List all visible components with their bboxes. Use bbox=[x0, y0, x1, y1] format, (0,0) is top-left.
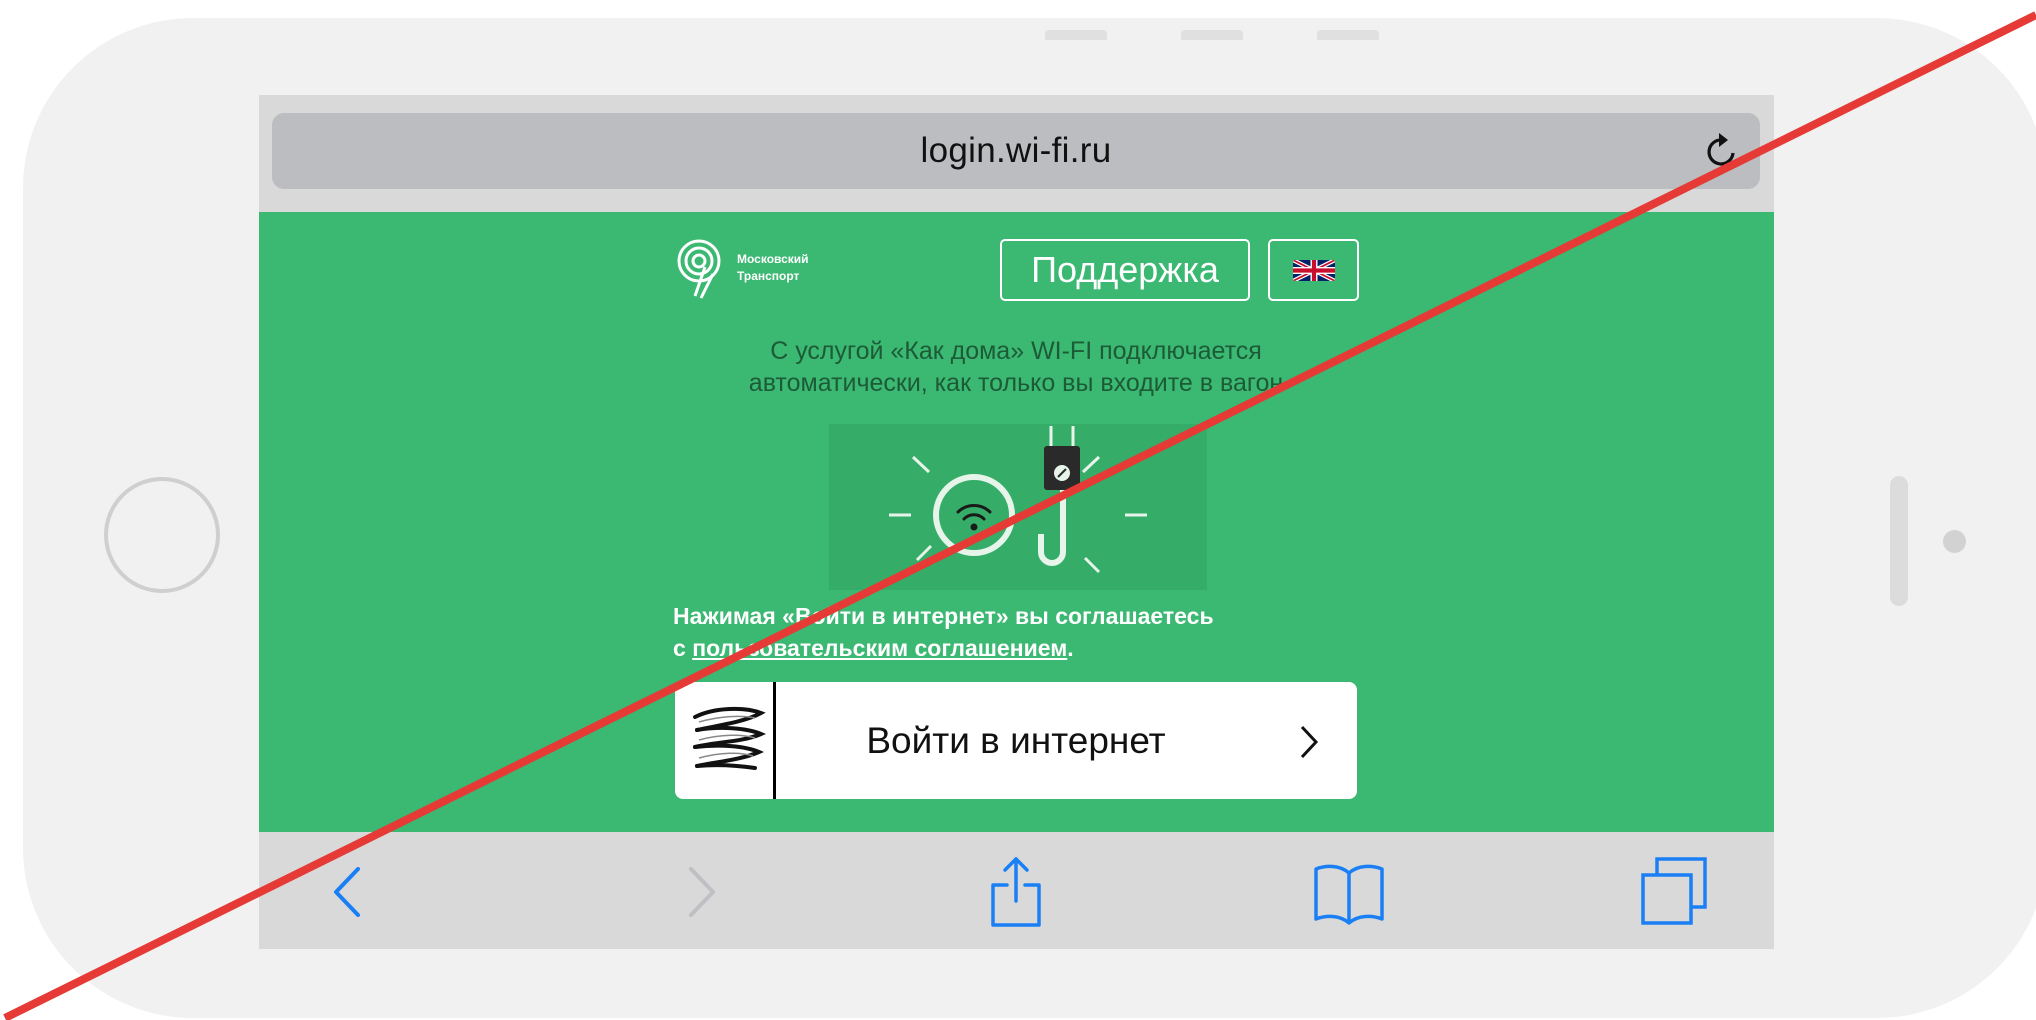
info-text: С услугой «Как дома» WI-FI подключается … bbox=[673, 335, 1359, 399]
agreement-text: Нажимая «Войти в интернет» вы соглашаете… bbox=[673, 600, 1393, 664]
moscow-transport-logo[interactable]: Московский Транспорт bbox=[673, 236, 809, 300]
logo-line-2: Транспорт bbox=[737, 269, 800, 283]
reload-icon[interactable] bbox=[1700, 129, 1744, 173]
volume-button bbox=[1045, 30, 1107, 40]
bottom-toolbar bbox=[259, 832, 1774, 949]
volume-button bbox=[1181, 30, 1243, 40]
language-button[interactable] bbox=[1268, 239, 1359, 301]
agreement-prefix: с bbox=[673, 635, 693, 661]
login-button[interactable]: Войти в интернет bbox=[675, 682, 1357, 799]
bookmarks-icon[interactable] bbox=[1309, 852, 1389, 932]
info-line-1: С услугой «Как дома» WI-FI подключается bbox=[770, 337, 1262, 365]
address-area: login.wi-fi.ru bbox=[259, 95, 1774, 212]
camera bbox=[1943, 530, 1966, 553]
captcha-icon bbox=[675, 682, 776, 799]
power-button bbox=[1317, 30, 1379, 40]
login-label: Войти в интернет bbox=[866, 719, 1166, 761]
back-icon[interactable] bbox=[309, 852, 389, 932]
logo-line-1: Московский bbox=[737, 252, 809, 266]
url-text: login.wi-fi.ru bbox=[920, 131, 1112, 170]
share-icon[interactable] bbox=[976, 852, 1056, 932]
home-button[interactable] bbox=[104, 477, 220, 593]
tabs-icon[interactable] bbox=[1634, 852, 1714, 932]
wifi-plug-illustration bbox=[829, 424, 1207, 590]
agreement-suffix: . bbox=[1067, 635, 1074, 661]
support-button[interactable]: Поддержка bbox=[1000, 239, 1250, 301]
info-line-2: автоматически, как только вы входите в в… bbox=[748, 369, 1284, 397]
uk-flag-icon bbox=[1292, 259, 1335, 281]
logo-icon bbox=[677, 239, 721, 299]
agreement-line-1: Нажимая «Войти в интернет» вы соглашаете… bbox=[673, 603, 1214, 629]
logo-text: Московский Транспорт bbox=[737, 251, 809, 285]
url-bar[interactable]: login.wi-fi.ru bbox=[272, 113, 1760, 189]
forward-icon[interactable] bbox=[660, 852, 740, 932]
speaker bbox=[1890, 476, 1908, 606]
phone-screen: login.wi-fi.ru Московский Транспорт Подд… bbox=[259, 95, 1774, 949]
agreement-line-2: с пользовательским соглашением. bbox=[673, 632, 1393, 664]
chevron-right-icon bbox=[1299, 724, 1319, 760]
user-agreement-link[interactable]: пользовательским соглашением bbox=[692, 635, 1067, 661]
